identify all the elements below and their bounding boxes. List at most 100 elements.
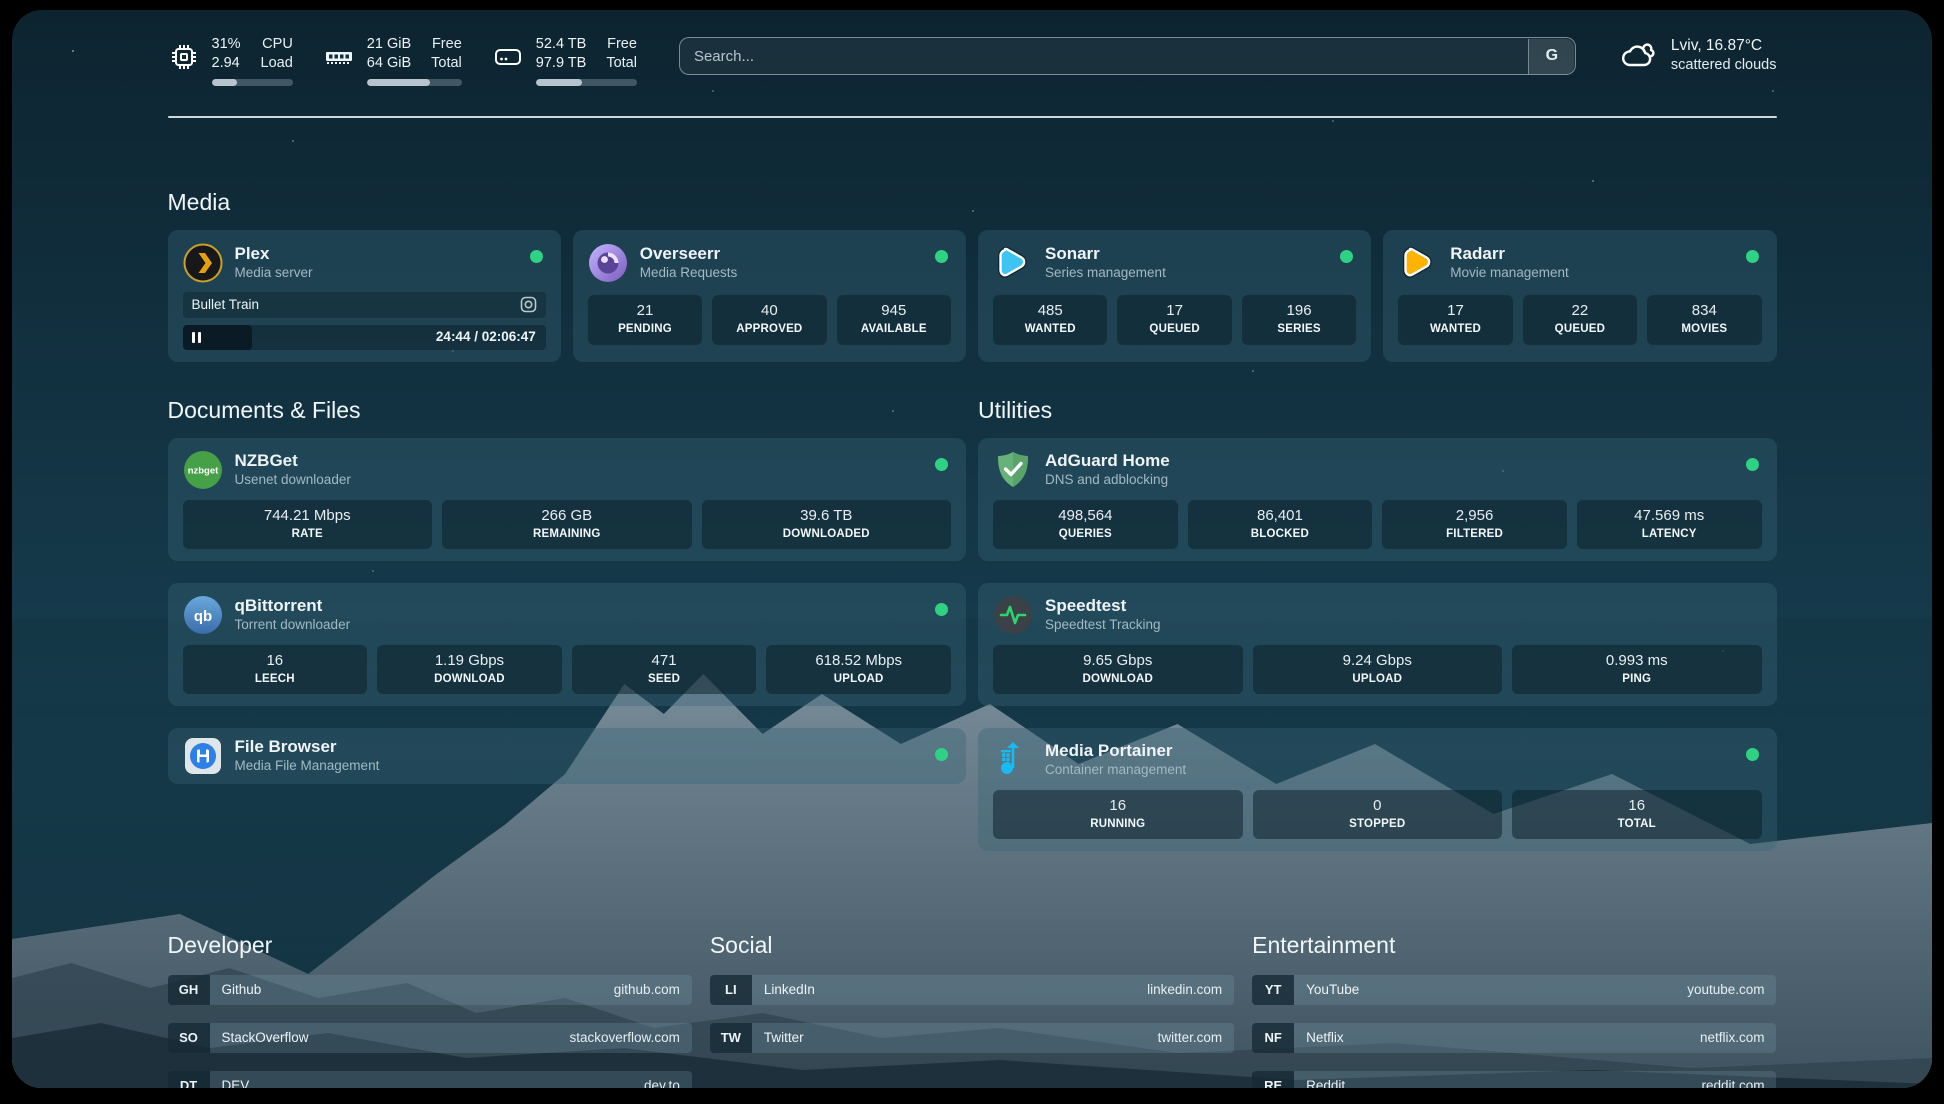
memory-stat-widget: 21 GiB Free 64 GiB Total xyxy=(323,35,462,86)
radarr-logo-icon xyxy=(1398,243,1438,283)
search-engine-button[interactable]: G xyxy=(1528,39,1574,74)
bookmark-abbr: TW xyxy=(710,1023,752,1053)
pause-button[interactable] xyxy=(192,332,201,343)
stat-tile: 0.993 msPING xyxy=(1512,645,1762,694)
status-dot xyxy=(530,250,543,263)
bookmark-stackoverflow[interactable]: SO StackOverflow stackoverflow.com xyxy=(168,1023,692,1053)
stat-tile: 266 GBREMAINING xyxy=(442,500,692,549)
status-dot xyxy=(935,748,948,761)
section-title-developer: Developer xyxy=(168,931,692,959)
status-dot xyxy=(935,603,948,616)
disk-free-label: Free xyxy=(606,35,637,54)
section-title-entertainment: Entertainment xyxy=(1252,931,1776,959)
stat-tile: 196SERIES xyxy=(1242,295,1356,345)
service-card-sonarr[interactable]: Sonarr Series management 485WANTED 17QUE… xyxy=(978,230,1371,362)
disk-total-value: 97.9 TB xyxy=(536,54,587,73)
stat-tile: 485WANTED xyxy=(993,295,1107,345)
filebrowser-logo-icon xyxy=(183,736,223,776)
cpu-load-label: Load xyxy=(261,54,293,73)
memory-free-value: 21 GiB xyxy=(367,35,411,54)
bookmark-url: linkedin.com xyxy=(1147,975,1234,1005)
header-divider xyxy=(168,116,1777,118)
bookmark-twitter[interactable]: TW Twitter twitter.com xyxy=(710,1023,1234,1053)
bookmark-name: DEV xyxy=(210,1071,250,1089)
bookmark-github[interactable]: GH Github github.com xyxy=(168,975,692,1005)
bookmark-reddit[interactable]: RE Reddit reddit.com xyxy=(1252,1071,1776,1089)
overseerr-logo-icon xyxy=(588,243,628,283)
bookmark-abbr: NF xyxy=(1252,1023,1294,1053)
memory-total-label: Total xyxy=(431,54,462,73)
memory-free-label: Free xyxy=(431,35,462,54)
cpu-stat-widget: 31% CPU 2.94 Load xyxy=(168,35,293,86)
service-card-speedtest[interactable]: Speedtest Speedtest Tracking 9.65 GbpsDO… xyxy=(978,583,1777,706)
bookmark-name: Reddit xyxy=(1294,1071,1345,1089)
weather-condition: scattered clouds xyxy=(1671,56,1777,75)
bookmark-name: LinkedIn xyxy=(752,975,815,1005)
section-title-media: Media xyxy=(168,188,1777,216)
stat-tile: 40APPROVED xyxy=(712,295,826,345)
stat-tile: 16RUNNING xyxy=(993,790,1243,839)
stat-tile: 471SEED xyxy=(572,645,757,694)
bookmark-netflix[interactable]: NF Netflix netflix.com xyxy=(1252,1023,1776,1053)
cpu-icon xyxy=(168,41,200,73)
section-title-social: Social xyxy=(710,931,1234,959)
service-card-nzbget[interactable]: nzbget NZBGet Usenet downloader 744.21 M… xyxy=(168,438,967,561)
service-card-adguard[interactable]: AdGuard Home DNS and adblocking 498,564Q… xyxy=(978,438,1777,561)
stat-tile: 2,956FILTERED xyxy=(1382,500,1567,549)
bookmark-name: Github xyxy=(210,975,262,1005)
service-subtitle: Media server xyxy=(235,264,313,281)
adguard-logo-icon xyxy=(993,450,1033,490)
service-subtitle: Media File Management xyxy=(235,757,380,774)
status-dot xyxy=(1746,748,1759,761)
disk-stat-widget: 52.4 TB Free 97.9 TB Total xyxy=(492,35,637,86)
bookmark-dev[interactable]: DT DEV dev.to xyxy=(168,1071,692,1089)
search-input[interactable] xyxy=(679,37,1576,75)
service-card-radarr[interactable]: Radarr Movie management 17WANTED 22QUEUE… xyxy=(1383,230,1776,362)
top-bar: 31% CPU 2.94 Load xyxy=(168,35,1777,86)
service-title: Sonarr xyxy=(1045,244,1166,264)
plex-logo-icon xyxy=(183,243,223,283)
service-title: Radarr xyxy=(1450,244,1569,264)
sonarr-logo-icon xyxy=(993,243,1033,283)
stat-tile: 86,401BLOCKED xyxy=(1188,500,1373,549)
disk-icon xyxy=(492,41,524,73)
cpu-label: CPU xyxy=(261,35,293,54)
cpu-progress-bar xyxy=(212,79,293,86)
service-card-portainer[interactable]: Media Portainer Container management 16R… xyxy=(978,728,1777,851)
service-card-overseerr[interactable]: Overseerr Media Requests 21PENDING 40APP… xyxy=(573,230,966,362)
status-dot xyxy=(935,458,948,471)
now-playing-icon[interactable] xyxy=(520,296,537,313)
bookmark-linkedin[interactable]: LI LinkedIn linkedin.com xyxy=(710,975,1234,1005)
bookmark-name: StackOverflow xyxy=(210,1023,309,1053)
documents-column: Documents & Files nzbget NZBGet Usenet d… xyxy=(168,396,967,873)
cloud-icon xyxy=(1620,39,1658,73)
weather-location-temp: Lviv, 16.87°C xyxy=(1671,36,1777,56)
memory-icon xyxy=(323,41,355,73)
service-card-filebrowser[interactable]: File Browser Media File Management xyxy=(168,728,967,784)
playback-progress-bar: 24:44 / 02:06:47 xyxy=(183,325,546,350)
stat-tile: 834MOVIES xyxy=(1647,295,1761,345)
bookmark-url: stackoverflow.com xyxy=(570,1023,692,1053)
cpu-usage-value: 31% xyxy=(212,35,241,54)
bookmark-youtube[interactable]: YT YouTube youtube.com xyxy=(1252,975,1776,1005)
bookmark-url: youtube.com xyxy=(1687,975,1776,1005)
service-card-qbittorrent[interactable]: qb qBittorrent Torrent downloader 16LEEC… xyxy=(168,583,967,706)
service-title: File Browser xyxy=(235,737,380,757)
service-title: qBittorrent xyxy=(235,596,351,616)
bookmark-abbr: SO xyxy=(168,1023,210,1053)
bookmark-name: Netflix xyxy=(1294,1023,1344,1053)
portainer-logo-icon xyxy=(993,740,1033,780)
bookmark-abbr: GH xyxy=(168,975,210,1005)
media-card-grid: Plex Media server Bullet Train 24:44 / 0… xyxy=(168,230,1777,362)
bookmark-abbr: DT xyxy=(168,1071,210,1089)
service-subtitle: Movie management xyxy=(1450,264,1569,281)
bookmark-group-developer: Developer GH Github github.com SO StackO… xyxy=(168,931,692,1089)
service-card-plex[interactable]: Plex Media server Bullet Train 24:44 / 0… xyxy=(168,230,561,362)
playback-time: 24:44 / 02:06:47 xyxy=(436,329,536,344)
utilities-column: Utilities AdGuard Home DNS and xyxy=(978,396,1777,873)
stat-tile: 9.24 GbpsUPLOAD xyxy=(1253,645,1503,694)
service-title: NZBGet xyxy=(235,451,351,471)
bookmark-group-social: Social LI LinkedIn linkedin.com TW Twitt… xyxy=(710,931,1234,1089)
status-dot xyxy=(1746,250,1759,263)
service-subtitle: Torrent downloader xyxy=(235,616,351,633)
